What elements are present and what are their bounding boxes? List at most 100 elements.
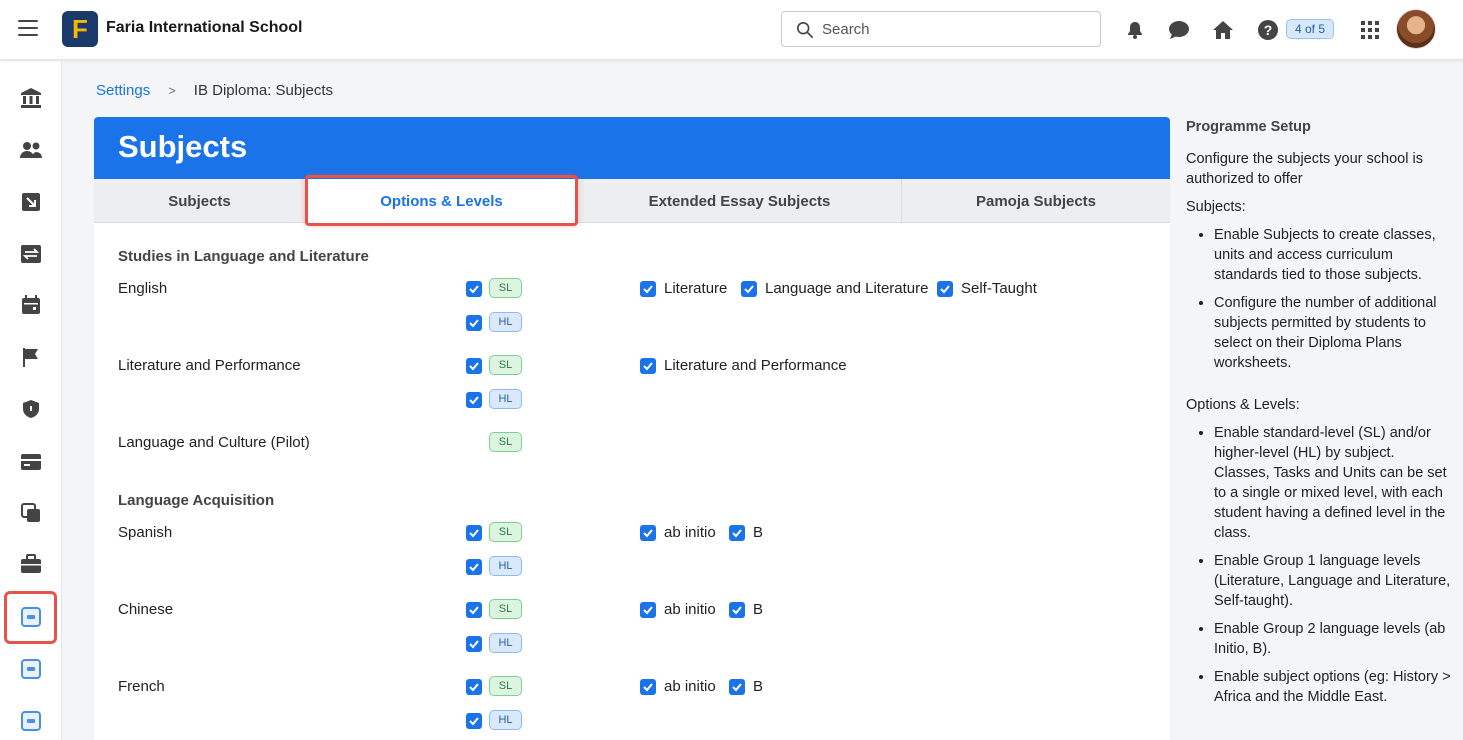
briefcase-icon[interactable]	[19, 552, 43, 576]
check-icon	[469, 563, 479, 572]
import-arrow-icon[interactable]	[19, 190, 43, 214]
level-badge-hl: HL	[489, 710, 522, 730]
option-checkbox[interactable]	[729, 602, 745, 618]
user-avatar[interactable]	[1396, 9, 1436, 49]
option-label: B	[753, 524, 764, 541]
help-list-item: Enable subject options (eg: History > Af…	[1214, 667, 1451, 707]
calendar-icon[interactable]	[19, 293, 43, 317]
breadcrumb: Settings > IB Diploma: Subjects	[96, 82, 333, 99]
tab-extended-essay-subjects[interactable]: Extended Essay Subjects	[578, 179, 902, 223]
option-checkbox[interactable]	[640, 281, 656, 297]
check-icon	[643, 362, 653, 371]
hl-checkbox[interactable]	[466, 315, 482, 331]
option-checkbox[interactable]	[640, 358, 656, 374]
level-badge-hl: HL	[489, 633, 522, 653]
option-checkbox[interactable]	[729, 525, 745, 541]
home-icon[interactable]	[1211, 18, 1235, 42]
check-icon	[469, 640, 479, 649]
chat-icon[interactable]	[1167, 18, 1191, 42]
search-box[interactable]	[781, 11, 1101, 47]
check-icon	[469, 683, 479, 692]
svg-text:?: ?	[1264, 22, 1273, 38]
school-building-icon[interactable]	[19, 86, 43, 110]
help-list-item: Configure the number of additional subje…	[1214, 293, 1451, 373]
sl-checkbox[interactable]	[466, 525, 482, 541]
check-icon	[732, 606, 742, 615]
school-logo[interactable]: F	[62, 11, 98, 47]
option-label: Literature	[664, 280, 728, 297]
level-badge-sl: SL	[489, 522, 522, 542]
help-list-item: Enable Subjects to create classes, units…	[1214, 225, 1451, 285]
logo-letter: F	[72, 13, 88, 44]
check-icon	[469, 285, 479, 294]
bell-icon[interactable]	[1123, 18, 1147, 42]
level-badge-hl: HL	[489, 389, 522, 409]
subject-name: Literature and Performance	[118, 357, 301, 374]
check-icon	[732, 683, 742, 692]
menu-icon[interactable]	[18, 20, 38, 38]
check-icon	[643, 529, 653, 538]
check-icon	[940, 285, 950, 294]
shield-icon[interactable]	[19, 397, 43, 421]
check-icon	[744, 285, 754, 294]
option-checkbox[interactable]	[729, 679, 745, 695]
tab-options-levels[interactable]: Options & Levels	[306, 179, 578, 223]
tab-subjects[interactable]: Subjects	[94, 179, 306, 223]
card-header: Subjects	[94, 117, 1170, 179]
hl-checkbox[interactable]	[466, 636, 482, 652]
chevron-right-icon: >	[168, 83, 176, 98]
option-checkbox[interactable]	[937, 281, 953, 297]
help-icon[interactable]: ?	[1256, 18, 1280, 42]
flag-icon[interactable]	[19, 345, 43, 369]
option-label: ab initio	[664, 678, 716, 695]
subject-name: French	[118, 678, 165, 695]
option-checkbox[interactable]	[741, 281, 757, 297]
cards-icon[interactable]	[19, 449, 43, 473]
check-icon	[469, 362, 479, 371]
search-input[interactable]	[822, 12, 1092, 46]
pager-badge[interactable]: 4 of 5	[1286, 19, 1335, 39]
sl-checkbox[interactable]	[466, 281, 482, 297]
breadcrumb-settings-link[interactable]: Settings	[96, 82, 150, 99]
option-label: ab initio	[664, 524, 716, 541]
option-label: B	[753, 678, 764, 695]
level-badge-hl: HL	[489, 556, 522, 576]
hl-checkbox[interactable]	[466, 392, 482, 408]
help-subjects-list: Enable Subjects to create classes, units…	[1214, 225, 1451, 373]
subject-name: English	[118, 280, 168, 297]
check-icon	[469, 717, 479, 726]
subject-name: Language and Culture (Pilot)	[118, 434, 310, 451]
tab-pamoja-subjects[interactable]: Pamoja Subjects	[902, 179, 1170, 223]
middle-years-programme-icon[interactable]	[19, 709, 43, 733]
sl-checkbox[interactable]	[466, 679, 482, 695]
help-options-heading: Options & Levels:	[1186, 397, 1300, 413]
breadcrumb-current: IB Diploma: Subjects	[193, 82, 334, 99]
career-programme-icon[interactable]	[19, 657, 43, 681]
help-panel: Programme Setup Configure the subjects y…	[1186, 117, 1451, 723]
sl-checkbox[interactable]	[466, 602, 482, 618]
level-badge-sl: SL	[489, 278, 522, 298]
option-checkbox[interactable]	[640, 602, 656, 618]
group-title: Studies in Language and Literature	[118, 248, 369, 265]
option-checkbox[interactable]	[640, 679, 656, 695]
check-icon	[732, 529, 742, 538]
help-intro: Configure the subjects your school is au…	[1186, 151, 1423, 187]
option-label: Language and Literature	[765, 280, 929, 297]
option-checkbox[interactable]	[640, 525, 656, 541]
group-title: Language Acquisition	[118, 492, 275, 509]
hl-checkbox[interactable]	[466, 559, 482, 575]
people-icon[interactable]	[19, 138, 43, 162]
help-list-item: Enable standard-level (SL) and/or higher…	[1214, 423, 1451, 543]
apps-grid-icon[interactable]	[1358, 18, 1382, 42]
option-label: ab initio	[664, 601, 716, 618]
school-name[interactable]: Faria International School	[106, 19, 302, 37]
sl-checkbox[interactable]	[466, 358, 482, 374]
subjects-card: Subjects Subjects Options & Levels Exten…	[94, 117, 1170, 740]
subject-name: Spanish	[118, 524, 173, 541]
help-subjects-heading: Subjects:	[1186, 199, 1246, 215]
hl-checkbox[interactable]	[466, 713, 482, 729]
sync-board-icon[interactable]	[19, 242, 43, 266]
diploma-programme-icon[interactable]	[19, 605, 43, 629]
help-list-item: Enable Group 2 language levels (ab Initi…	[1214, 619, 1451, 659]
copy-icon[interactable]	[19, 501, 43, 525]
